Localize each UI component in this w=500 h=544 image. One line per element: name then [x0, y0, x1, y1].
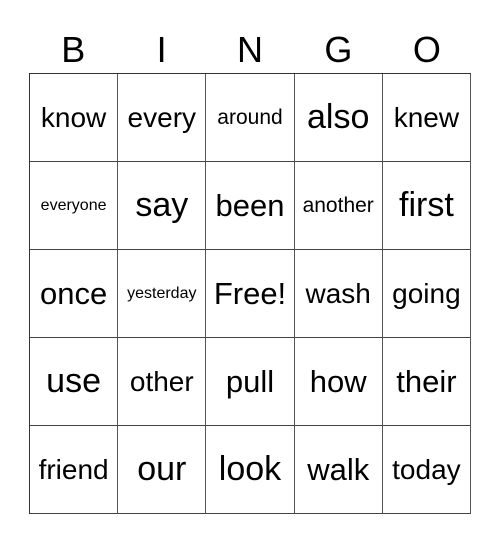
bingo-cell[interactable]: yesterday [118, 250, 207, 338]
header-letter-g: G [324, 29, 353, 70]
bingo-cell[interactable]: around [206, 74, 295, 162]
bingo-cell[interactable]: today [382, 426, 471, 514]
bingo-cell[interactable]: friend [30, 426, 119, 514]
bingo-cell[interactable]: knew [382, 74, 471, 162]
bingo-cell[interactable]: know [30, 74, 119, 162]
header-letter-o: O [412, 29, 441, 70]
bingo-cell[interactable]: everyone [30, 162, 119, 250]
bingo-cell[interactable]: wash [294, 250, 383, 338]
bingo-cell[interactable]: first [382, 162, 471, 250]
bingo-cell[interactable]: how [294, 338, 383, 426]
header-letter-i: I [156, 29, 167, 70]
bingo-cell[interactable]: pull [206, 338, 295, 426]
bingo-cell[interactable]: use [30, 338, 119, 426]
bingo-cell[interactable]: say [118, 162, 207, 250]
bingo-card-grid: know every around also knew everyone say… [29, 73, 471, 514]
free-space[interactable]: Free! [206, 250, 295, 338]
bingo-cell[interactable]: walk [294, 426, 383, 514]
header-letter-b: B [61, 29, 86, 70]
bingo-cell[interactable]: other [118, 338, 207, 426]
bingo-cell[interactable]: every [118, 74, 207, 162]
bingo-cell[interactable]: another [294, 162, 383, 250]
bingo-cell[interactable]: going [382, 250, 471, 338]
header-letter-n: N [237, 29, 264, 70]
bingo-cell[interactable]: also [294, 74, 383, 162]
bingo-cell[interactable]: look [206, 426, 295, 514]
bingo-cell[interactable]: our [118, 426, 207, 514]
bingo-cell[interactable]: their [382, 338, 471, 426]
bingo-header: B I N G O [29, 28, 471, 72]
bingo-cell[interactable]: been [206, 162, 295, 250]
bingo-cell[interactable]: once [30, 250, 119, 338]
